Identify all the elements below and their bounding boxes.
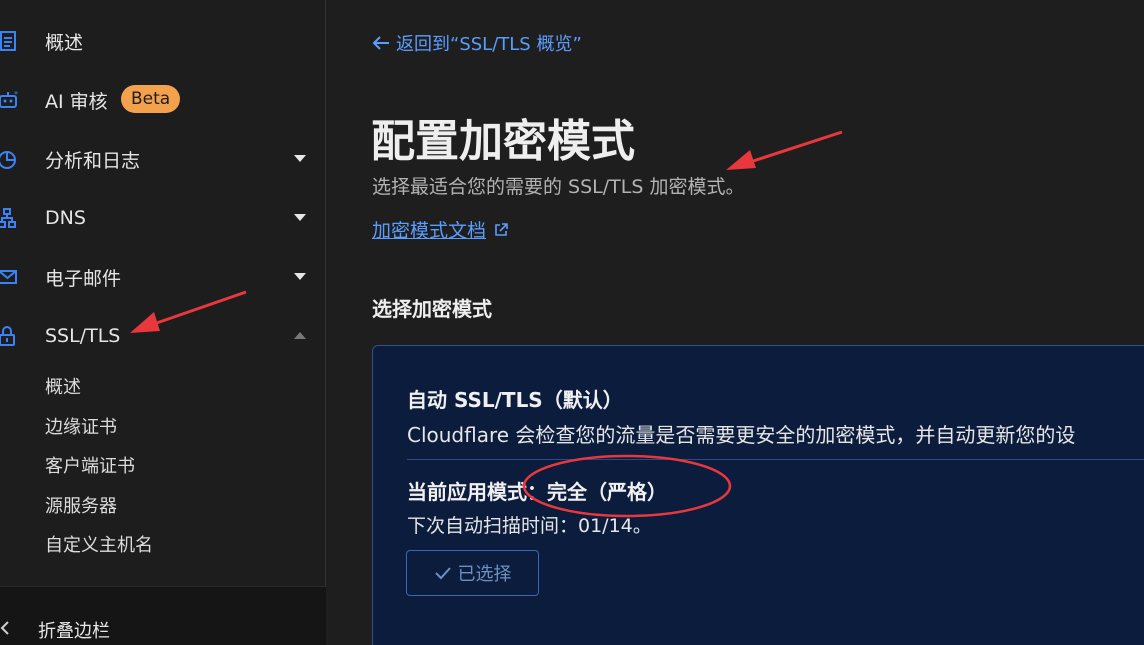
card-description: Cloudflare 会检查您的流量是否需要更安全的加密模式，并自动更新您的设	[407, 423, 1076, 447]
sidebar-item-email[interactable]: 电子邮件	[0, 255, 326, 299]
sidebar-subitem-origin-server[interactable]: 源服务器	[45, 492, 117, 518]
network-icon	[0, 207, 20, 229]
sidebar-item-dns[interactable]: DNS	[0, 196, 326, 240]
sidebar-item-overview[interactable]: 概述	[0, 19, 326, 63]
sidebar-subitem-client-certificates[interactable]: 客户端证书	[45, 452, 135, 478]
sidebar-item-analytics[interactable]: 分析和日志	[0, 137, 326, 181]
doc-link-label: 加密模式文档	[372, 220, 487, 242]
caret-down-icon	[294, 273, 306, 280]
sidebar-item-label: 电子邮件	[45, 267, 122, 290]
selected-button[interactable]: 已选择	[406, 550, 539, 596]
sidebar-item-label: DNS	[45, 207, 86, 229]
sidebar-item-ssl-tls[interactable]: SSL/TLS	[0, 314, 326, 358]
page-title: 配置加密模式	[371, 116, 635, 167]
caret-down-icon	[294, 155, 306, 162]
sidebar-subitem-custom-hostnames[interactable]: 自定义主机名	[45, 531, 153, 557]
sidebar-item-label: AI 审核	[45, 90, 108, 113]
collapse-sidebar-label: 折叠边栏	[38, 621, 110, 642]
sidebar-item-label: 概述	[45, 31, 84, 54]
chevron-left-icon	[0, 621, 9, 635]
pie-chart-icon	[0, 148, 20, 170]
sidebar-subitem-edge-certificates[interactable]: 边缘证书	[45, 413, 117, 439]
arrow-left-icon	[372, 36, 389, 50]
collapse-sidebar-button[interactable]: 折叠边栏	[0, 586, 326, 645]
back-link-label: 返回到“SSL/TLS 概览”	[396, 34, 582, 55]
page-subtitle: 选择最适合您的需要的 SSL/TLS 加密模式。	[372, 176, 745, 198]
beta-badge: Beta	[121, 85, 181, 113]
next-scan-text: 下次自动扫描时间：01/14。	[407, 515, 652, 537]
robot-icon: *	[0, 89, 20, 111]
sidebar-subitem-overview[interactable]: 概述	[45, 373, 81, 399]
back-to-overview-link[interactable]: 返回到“SSL/TLS 概览”	[372, 30, 582, 56]
main-content: 返回到“SSL/TLS 概览” 配置加密模式 选择最适合您的需要的 SSL/TL…	[327, 0, 1144, 645]
svg-text:*: *	[14, 90, 18, 99]
lock-icon	[0, 325, 20, 347]
check-icon	[434, 567, 451, 580]
sidebar-item-label: 分析和日志	[45, 149, 141, 172]
selected-button-label: 已选择	[457, 564, 512, 585]
current-mode-text: 当前应用模式：完全（严格）	[407, 480, 667, 504]
mail-icon	[0, 266, 20, 288]
document-icon	[0, 30, 20, 52]
sidebar: 概述 * AI 审核 Beta 分析和日志 DNS 电子邮件 SSL/TLS 概…	[0, 0, 326, 645]
section-title: 选择加密模式	[372, 297, 492, 321]
caret-down-icon	[294, 214, 306, 221]
sidebar-item-label: SSL/TLS	[45, 325, 121, 347]
caret-up-icon	[294, 332, 306, 339]
external-link-icon	[495, 222, 508, 236]
auto-ssl-option-card[interactable]: 自动 SSL/TLS（默认） Cloudflare 会检查您的流量是否需要更安全…	[372, 345, 1144, 645]
encryption-mode-docs-link[interactable]: 加密模式文档	[372, 216, 508, 243]
divider	[407, 459, 1144, 460]
card-title: 自动 SSL/TLS（默认）	[407, 388, 623, 412]
sidebar-item-ai-review[interactable]: * AI 审核 Beta	[0, 78, 326, 122]
